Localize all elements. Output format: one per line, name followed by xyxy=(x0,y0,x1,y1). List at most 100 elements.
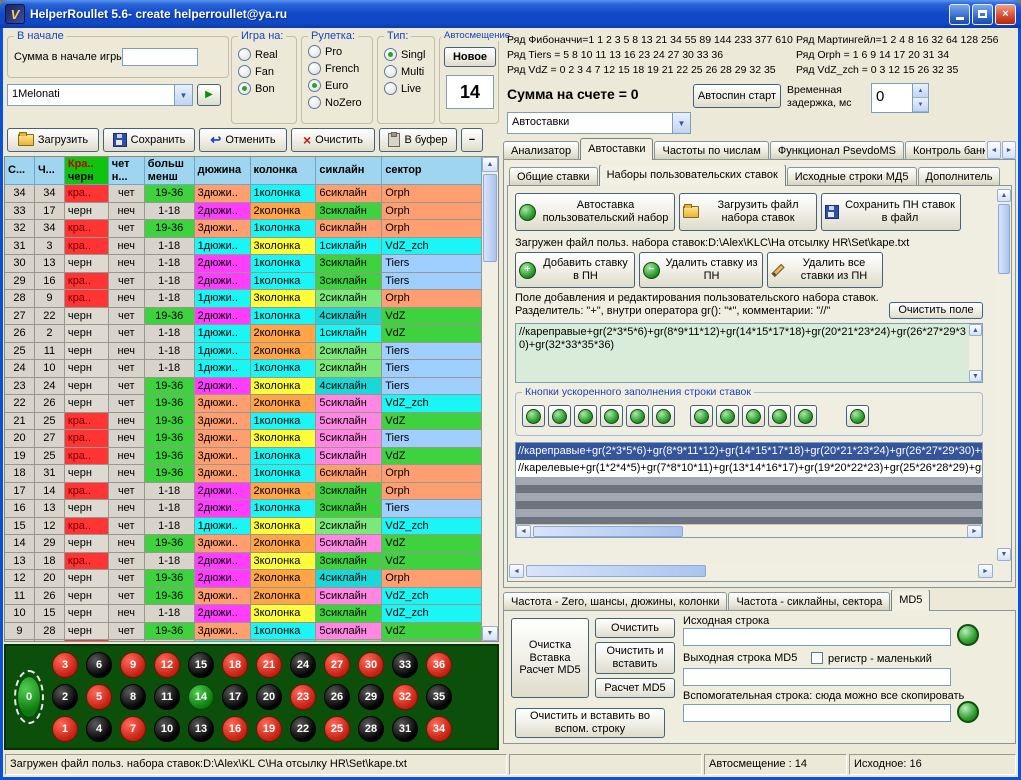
table-row[interactable]: 2410чернчет1-181дюжи..1колонка2сиклайнTi… xyxy=(5,360,482,378)
column-header[interactable]: сектор xyxy=(382,157,482,185)
clear-paste-aux-button[interactable]: Очистить и вставить во вспом. строку xyxy=(515,708,665,738)
scroll-thumb[interactable] xyxy=(526,565,706,577)
scroll-right-icon[interactable]: ► xyxy=(967,525,982,538)
scroll-up-icon[interactable]: ▲ xyxy=(969,324,982,336)
board-number-27[interactable]: 27 xyxy=(324,652,350,678)
table-row[interactable]: 3234кра..чет19-363дюжи..1колонка6сиклайн… xyxy=(5,220,482,238)
board-number-22[interactable]: 22 xyxy=(290,716,316,742)
board-number-28[interactable]: 28 xyxy=(358,716,384,742)
quick-fill-button-11[interactable] xyxy=(794,405,817,427)
board-number-11[interactable]: 11 xyxy=(154,684,180,710)
board-number-31[interactable]: 31 xyxy=(392,716,418,742)
chevron-down-icon[interactable]: ▼ xyxy=(174,85,192,105)
board-number-21[interactable]: 21 xyxy=(256,652,282,678)
scroll-up-icon[interactable]: ▲ xyxy=(482,157,498,172)
table-row[interactable]: 2511черннеч1-181дюжи..2колонка2сиклайнTi… xyxy=(5,343,482,361)
register-checkbox[interactable] xyxy=(811,652,823,664)
table-row[interactable]: 313кра..неч1-181дюжи..3колонка1сиклайнVd… xyxy=(5,238,482,256)
radio-option-live[interactable]: Live xyxy=(384,81,434,96)
table-row[interactable]: 1613черннеч1-182дюжи..1колонка3сиклайнTi… xyxy=(5,500,482,518)
board-number-30[interactable]: 30 xyxy=(358,652,384,678)
board-number-15[interactable]: 15 xyxy=(188,652,214,678)
board-number-6[interactable]: 6 xyxy=(86,652,112,678)
table-vertical-scrollbar[interactable]: ▲ ▼ xyxy=(482,157,498,641)
table-row[interactable]: 1925кра..неч19-363дюжи..1колонка5сиклайн… xyxy=(5,448,482,466)
tab-дополнитель[interactable]: Дополнитель xyxy=(918,167,1001,186)
md5-aux-input[interactable] xyxy=(683,704,951,722)
scroll-thumb[interactable] xyxy=(483,174,497,262)
board-number-9[interactable]: 9 xyxy=(120,652,146,678)
load-bet-file-button[interactable]: Загрузить файл набора ставок xyxy=(679,193,817,231)
delay-spinner[interactable]: 0 ▲ ▼ xyxy=(871,83,929,113)
tab-анализатор[interactable]: Анализатор xyxy=(503,141,579,160)
play-button[interactable]: ▶ xyxy=(197,84,221,106)
close-button[interactable]: × xyxy=(995,4,1016,25)
md5-clear-paste-calc-button[interactable]: Очистка Вставка Расчет MD5 xyxy=(511,618,589,698)
radio-option-bon[interactable]: Bon xyxy=(238,81,296,96)
table-row[interactable]: 2324чернчет19-362дюжи..3колонка4сиклайнT… xyxy=(5,378,482,396)
table-row[interactable]: 1126чернчет19-363дюжи..2колонка5сиклайнV… xyxy=(5,588,482,606)
start-sum-input[interactable] xyxy=(122,48,198,66)
scroll-down-icon[interactable]: ▼ xyxy=(997,548,1011,561)
column-header[interactable]: С... xyxy=(5,157,35,185)
board-number-29[interactable]: 29 xyxy=(358,684,384,710)
tabs-scroll-left-icon[interactable]: ◄ xyxy=(987,141,1001,159)
column-header[interactable]: дюжина xyxy=(195,157,251,185)
board-number-36[interactable]: 36 xyxy=(426,652,452,678)
board-number-7[interactable]: 7 xyxy=(120,716,146,742)
table-row[interactable]: 2125кра..неч19-363дюжи..1колонка5сиклайн… xyxy=(5,413,482,431)
save-button[interactable]: Сохранить xyxy=(103,128,195,152)
scroll-up-icon[interactable]: ▲ xyxy=(997,189,1011,202)
board-zero-selection[interactable]: 0 xyxy=(14,670,44,724)
scroll-down-icon[interactable]: ▼ xyxy=(482,626,498,641)
autospin-start-button[interactable]: Автоспин старт xyxy=(693,84,781,108)
table-row[interactable]: 1714кра..чет1-182дюжи..2колонка3сиклайнO… xyxy=(5,483,482,501)
quick-fill-button-12[interactable] xyxy=(846,405,869,427)
radio-option-real[interactable]: Real xyxy=(238,47,296,62)
radio-option-french[interactable]: French xyxy=(308,61,372,76)
new-shift-button[interactable]: Новое xyxy=(444,47,496,67)
board-number-14[interactable]: 14 xyxy=(188,684,214,710)
board-number-35[interactable]: 35 xyxy=(426,684,452,710)
panel-hscrollbar[interactable]: ◄ ► xyxy=(509,564,993,578)
scroll-right-icon[interactable]: ► xyxy=(978,564,993,578)
quick-fill-button-5[interactable] xyxy=(626,405,649,427)
column-header[interactable]: Ч... xyxy=(35,157,65,185)
board-number-10[interactable]: 10 xyxy=(154,716,180,742)
board-number-1[interactable]: 1 xyxy=(52,716,78,742)
board-number-16[interactable]: 16 xyxy=(222,716,248,742)
quick-fill-button-4[interactable] xyxy=(600,405,623,427)
tab-исходные-строки-мд5[interactable]: Исходные строки МД5 xyxy=(787,167,917,186)
quick-fill-button-7[interactable] xyxy=(690,405,713,427)
save-bet-file-button[interactable]: Сохранить ПН ставок в файл xyxy=(821,193,961,231)
column-header[interactable]: сиклайн xyxy=(316,157,382,185)
table-row[interactable]: 2916кра..чет1-182дюжи..1колонка3сиклайнT… xyxy=(5,273,482,291)
bet-edit-area[interactable]: //кареправые+gr(2*3*5*6)+gr(8*9*11*12)+g… xyxy=(515,323,983,383)
radio-option-singl[interactable]: Singl xyxy=(384,47,434,62)
board-number-19[interactable]: 19 xyxy=(256,716,282,742)
board-number-18[interactable]: 18 xyxy=(222,652,248,678)
panel-vscrollbar[interactable]: ▲ ▼ xyxy=(997,189,1011,561)
column-header[interactable]: Кра..черн xyxy=(65,157,109,185)
tabs-scroll-right-icon[interactable]: ► xyxy=(1002,141,1016,159)
remove-all-bets-button[interactable]: Удалить все ставки из ПН xyxy=(767,252,883,288)
md5-calc-button[interactable]: Расчет MD5 xyxy=(595,678,675,698)
board-number-17[interactable]: 17 xyxy=(222,684,248,710)
preset-combo[interactable]: 1Melonati ▼ xyxy=(7,84,193,106)
tab-контроль-банкр[interactable]: Контроль банкр xyxy=(905,141,985,160)
table-row[interactable]: 1015черннеч1-182дюжи..3колонка3сиклайнVd… xyxy=(5,605,482,623)
table-row[interactable]: 262чернчет1-181дюжи..2колонка1сиклайнVdZ xyxy=(5,325,482,343)
radio-option-fan[interactable]: Fan xyxy=(238,64,296,79)
board-number-24[interactable]: 24 xyxy=(290,652,316,678)
quick-fill-button-2[interactable] xyxy=(548,405,571,427)
autobet-custom-set-button[interactable]: Автоставка пользовательский набор xyxy=(515,193,675,231)
board-number-0[interactable]: 0 xyxy=(17,676,41,718)
board-number-25[interactable]: 25 xyxy=(324,716,350,742)
remove-bet-button[interactable]: − Удалить ставку из ПН xyxy=(639,252,763,288)
board-number-4[interactable]: 4 xyxy=(86,716,112,742)
table-row[interactable]: 3013черннеч1-182дюжи..1колонка3сиклайнTi… xyxy=(5,255,482,273)
tab-наборы-пользовательских-ставок[interactable]: Наборы пользовательских ставок xyxy=(599,165,786,186)
board-number-20[interactable]: 20 xyxy=(256,684,282,710)
table-row[interactable]: 1831черннеч19-363дюжи..1колонка6сиклайнO… xyxy=(5,465,482,483)
table-row[interactable]: 2226чернчет19-363дюжи..2колонка5сиклайнV… xyxy=(5,395,482,413)
